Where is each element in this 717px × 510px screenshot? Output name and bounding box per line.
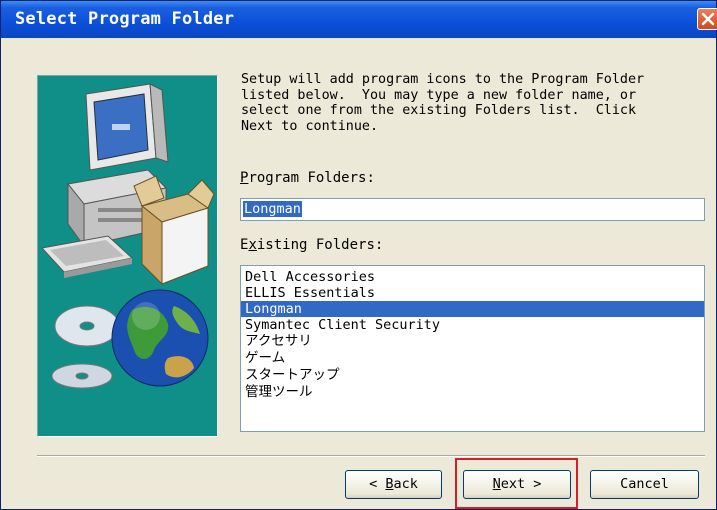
title-bar: Select Program Folder: [1, 1, 717, 38]
cancel-button[interactable]: Cancel: [590, 470, 699, 499]
program-folder-value: Longman: [243, 201, 302, 217]
back-button-label: ack: [393, 476, 418, 492]
existing-folders-label: Existing Folders:: [240, 237, 383, 253]
instructions-line: Setup will add program icons to the Prog…: [241, 72, 645, 87]
back-button-accel: B: [385, 476, 394, 492]
close-button[interactable]: [697, 8, 717, 30]
setup-dialog: Select Program Folder Setup will add pro…: [0, 0, 717, 510]
window-title: Select Program Folder: [15, 9, 235, 29]
program-folders-label: Program Folders:: [240, 170, 375, 186]
instructions-line: select one from the existing Folders lis…: [241, 103, 637, 118]
cancel-button-label: Cancel: [620, 476, 669, 492]
list-item-selected[interactable]: Longman: [241, 301, 704, 317]
list-item[interactable]: ELLIS Essentials: [241, 285, 704, 301]
list-item[interactable]: Symantec Client Security: [241, 317, 704, 333]
existing-folders-label-text: isting Folders:: [256, 237, 384, 253]
program-folders-label-text: rogram Folders:: [248, 170, 375, 186]
instructions-line: listed below. You may type a new folder …: [241, 87, 637, 103]
close-icon: [701, 12, 715, 26]
instructions-line: Next to continue.: [241, 118, 379, 134]
list-item[interactable]: ゲーム: [241, 350, 704, 366]
existing-folders-accel: x: [248, 237, 257, 253]
list-item[interactable]: スタートアップ: [241, 367, 704, 383]
next-button-highlight: [455, 458, 578, 509]
list-item[interactable]: 管理ツール: [241, 384, 704, 400]
divider: [37, 455, 705, 457]
list-item[interactable]: アクセサリ: [241, 333, 704, 349]
instructions-text: Setup will add program icons to the Prog…: [241, 72, 701, 134]
globe-icon: [111, 289, 209, 387]
back-button-prefix: <: [369, 476, 386, 492]
setup-illustration: [37, 75, 218, 437]
program-folder-input[interactable]: Longman: [240, 198, 705, 221]
back-button[interactable]: < Back: [345, 470, 442, 499]
existing-folders-list[interactable]: Dell Accessories ELLIS Essentials Longma…: [240, 265, 705, 432]
list-item[interactable]: Dell Accessories: [241, 269, 704, 285]
